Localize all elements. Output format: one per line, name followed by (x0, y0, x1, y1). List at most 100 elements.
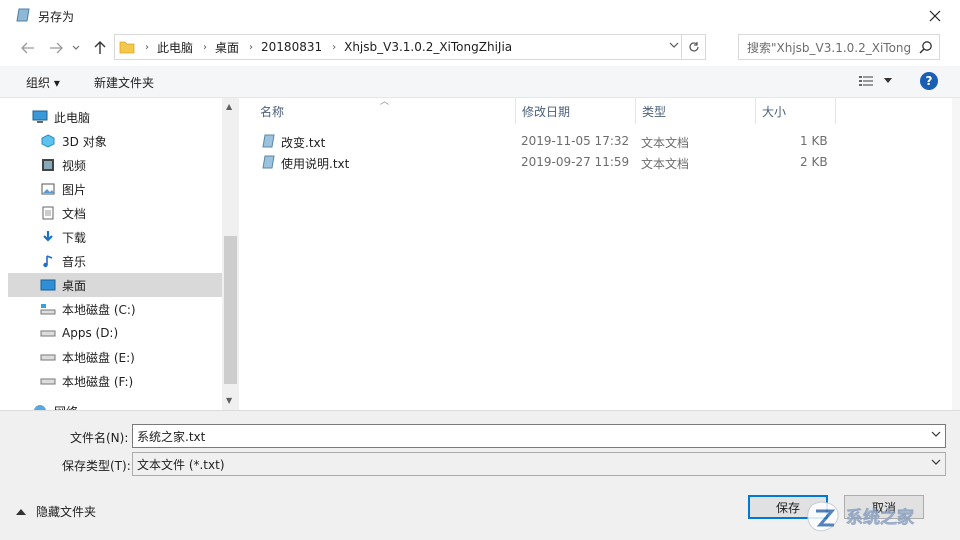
file-modified: 2019-11-05 17:32 (521, 134, 630, 148)
nav-item-videos[interactable]: 视频 (8, 153, 222, 177)
nav-item-pictures[interactable]: 图片 (8, 177, 222, 201)
breadcrumb-this-pc[interactable]: 此电脑 (157, 39, 193, 56)
breadcrumb-current-folder[interactable]: Xhjsb_V3.1.0.2_XiTongZhiJia (344, 40, 512, 54)
column-header-type[interactable]: 类型 (636, 98, 756, 124)
refresh-button[interactable] (681, 35, 705, 59)
computer-icon (32, 109, 48, 125)
chevron-up-icon (16, 508, 26, 515)
nav-label: 本地磁盘 (E:) (62, 350, 135, 365)
documents-icon (40, 205, 56, 221)
nav-item-network[interactable]: 网络 (8, 399, 222, 410)
pictures-icon (40, 181, 56, 197)
nav-label: Apps (D:) (62, 326, 119, 340)
view-options-button[interactable] (858, 75, 892, 87)
chevron-down-icon (72, 45, 80, 50)
scroll-down-icon[interactable]: ▼ (226, 396, 232, 405)
3d-objects-icon (40, 133, 56, 149)
nav-label: 视频 (62, 158, 87, 173)
nav-item-music[interactable]: 音乐 (8, 249, 222, 273)
sort-ascending-icon: ︿ (380, 97, 390, 107)
chevron-right-icon: › (145, 41, 149, 53)
file-name: 使用说明.txt (281, 157, 350, 171)
breadcrumb-desktop[interactable]: 桌面 (215, 39, 239, 56)
close-button[interactable] (920, 4, 950, 28)
nav-label: 本地磁盘 (C:) (62, 302, 136, 317)
nav-label: 图片 (62, 182, 87, 197)
search-box[interactable]: 搜索"Xhjsb_V3.1.0.2_XiTong... (738, 34, 940, 60)
file-modified: 2019-09-27 11:59 (521, 155, 630, 169)
nav-item-drive-d[interactable]: Apps (D:) (8, 321, 222, 345)
file-list: 名称 ︿ 修改日期 类型 大小 改变.txt 2019-11-05 17:32 … (240, 97, 952, 410)
close-icon (929, 10, 941, 22)
text-file-icon (262, 134, 275, 148)
filetype-label: 保存类型(T): (62, 459, 131, 473)
nav-item-downloads[interactable]: 下载 (8, 225, 222, 249)
nav-label: 桌面 (62, 278, 87, 293)
drive-icon (40, 325, 56, 341)
file-row[interactable]: 改变.txt 2019-11-05 17:32 文本文档 1 KB (254, 131, 834, 152)
file-type: 文本文档 (641, 157, 690, 171)
recent-locations-button[interactable] (70, 39, 82, 57)
watermark-text: 系统之家 (846, 507, 914, 528)
filename-label: 文件名(N): (70, 431, 129, 445)
notepad-file-icon (16, 8, 30, 22)
drive-icon (40, 373, 56, 389)
nav-item-desktop[interactable]: 桌面 (8, 273, 222, 297)
back-button[interactable] (18, 39, 38, 57)
nav-label: 文档 (62, 206, 87, 221)
arrow-right-icon (50, 42, 63, 54)
nav-item-documents[interactable]: 文档 (8, 201, 222, 225)
chevron-down-icon[interactable] (669, 41, 679, 49)
nav-label: 网络 (54, 403, 78, 411)
breadcrumb-20180831[interactable]: 20180831 (261, 40, 322, 54)
forward-button[interactable] (46, 39, 66, 57)
navigation-scrollbar[interactable]: ▲ ▼ (222, 98, 239, 410)
new-folder-button[interactable]: 新建文件夹 (94, 74, 154, 91)
window-title: 另存为 (38, 10, 75, 24)
desktop-icon (40, 277, 56, 293)
chevron-right-icon: › (332, 41, 337, 53)
column-header-modified[interactable]: 修改日期 (516, 98, 636, 124)
nav-item-drive-f[interactable]: 本地磁盘 (F:) (8, 369, 222, 393)
filename-input[interactable]: 系统之家.txt (132, 424, 946, 448)
nav-item-drive-e[interactable]: 本地磁盘 (E:) (8, 345, 222, 369)
file-type: 文本文档 (641, 136, 690, 150)
caret-down-icon (884, 78, 892, 83)
nav-label: 音乐 (62, 254, 87, 269)
help-button[interactable]: ? (920, 72, 938, 90)
refresh-icon (688, 42, 699, 52)
nav-item-this-pc[interactable]: 此电脑 (8, 105, 222, 129)
file-row[interactable]: 使用说明.txt 2019-09-27 11:59 文本文档 2 KB (254, 152, 834, 173)
chevron-right-icon: › (249, 41, 254, 53)
column-header-size[interactable]: 大小 (756, 98, 836, 124)
music-icon (40, 253, 56, 269)
video-icon (40, 157, 56, 173)
folder-icon (119, 41, 135, 54)
command-toolbar: 组织 ▾ 新建文件夹 ? (0, 66, 960, 98)
file-size: 2 KB (800, 155, 828, 169)
download-icon (40, 229, 56, 245)
details-view-icon (859, 76, 873, 86)
chevron-down-icon[interactable] (931, 430, 941, 438)
organize-menu[interactable]: 组织 ▾ (26, 74, 60, 91)
file-list-scrollbar[interactable] (952, 98, 960, 410)
file-name: 改变.txt (281, 136, 326, 150)
nav-item-drive-c[interactable]: 本地磁盘 (C:) (8, 297, 222, 321)
up-button[interactable] (90, 39, 110, 57)
filetype-select[interactable]: 文本文件 (*.txt) (132, 452, 946, 476)
nav-label: 本地磁盘 (F:) (62, 374, 134, 389)
title-bar: 另存为 (0, 0, 960, 32)
chevron-right-icon: › (203, 41, 208, 53)
hide-folders-toggle[interactable]: 隐藏文件夹 (16, 503, 96, 520)
nav-label: 此电脑 (54, 110, 91, 125)
chevron-down-icon (931, 459, 941, 465)
system-drive-icon (40, 301, 56, 317)
scrollbar-thumb[interactable] (224, 236, 237, 384)
nav-item-3d-objects[interactable]: 3D 对象 (8, 129, 222, 153)
scroll-up-icon[interactable]: ▲ (226, 102, 232, 111)
file-size: 1 KB (800, 134, 828, 148)
search-input[interactable]: 搜索"Xhjsb_V3.1.0.2_XiTong... (739, 39, 911, 56)
arrow-left-icon (21, 42, 34, 54)
address-bar[interactable]: › 此电脑 › 桌面 › 20180831 › Xhjsb_V3.1.0.2_X… (114, 34, 706, 60)
nav-label: 3D 对象 (62, 134, 107, 149)
